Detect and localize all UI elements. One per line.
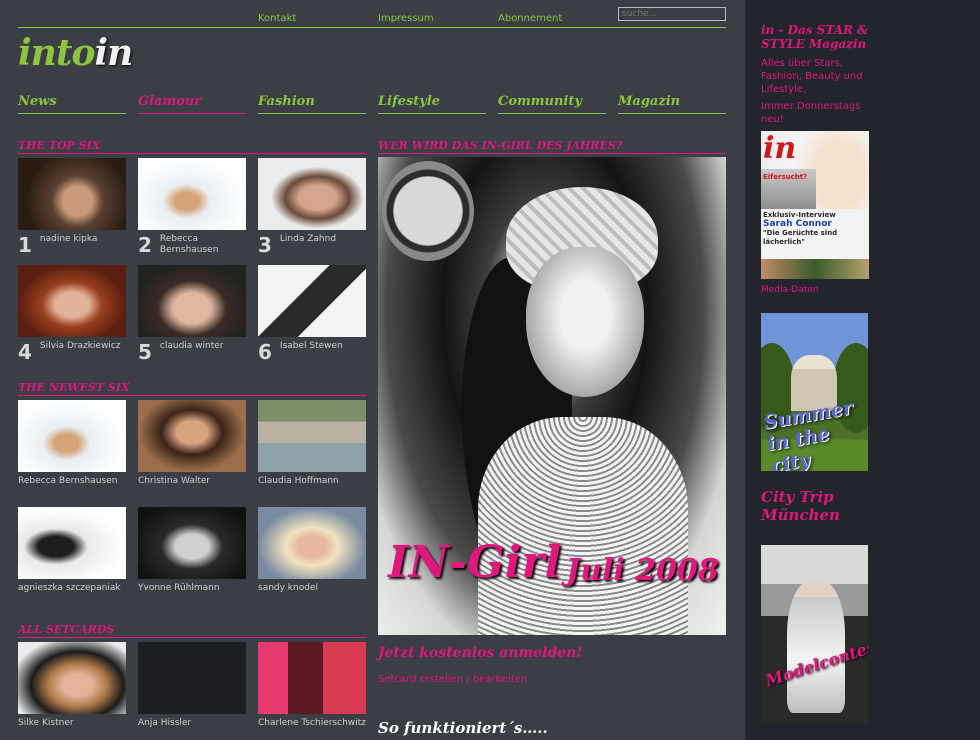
search-input[interactable]	[618, 7, 726, 21]
model-thumbnail[interactable]	[258, 265, 366, 337]
rank-number: 6	[258, 340, 272, 364]
main-nav: News Glamour Fashion Lifestyle Community…	[18, 94, 726, 116]
featured-overlay-title: IN-Girl	[388, 537, 562, 588]
nav-news[interactable]: News	[18, 94, 126, 114]
cover-text-jealousy: Eifersucht?	[763, 173, 808, 181]
cover-band-middle: Exklusiv-Interview Sarah Connor "Die Ger…	[761, 209, 869, 259]
rank-number: 2	[138, 233, 152, 257]
model-thumbnail[interactable]	[258, 158, 366, 230]
logo-part-into: into	[18, 32, 95, 74]
modelcontest-banner[interactable]: Modelcontest	[761, 545, 868, 723]
model-thumbnail[interactable]	[18, 265, 126, 337]
model-name[interactable]: agnieszka szczepaniak	[18, 583, 121, 594]
setcard-item[interactable]: Charlene Tschierschwitz	[258, 642, 366, 729]
subscription-link[interactable]: Abonnement	[498, 13, 562, 24]
model-thumbnail[interactable]	[138, 400, 246, 472]
section-title-newest-six: THE NEWEST SIX	[18, 381, 366, 396]
model-thumbnail[interactable]	[18, 158, 126, 230]
newest-six-item[interactable]: Yvonne Rühlmann	[138, 507, 246, 594]
imprint-link[interactable]: Impressum	[378, 13, 434, 24]
section-title-top-six: THE TOP SIX	[18, 139, 366, 154]
model-name[interactable]: Rebecca Bernshausen	[160, 234, 246, 256]
top-six-item[interactable]: 3 Linda Zahnd	[258, 158, 366, 255]
model-thumbnail[interactable]	[258, 507, 366, 579]
model-thumbnail[interactable]	[18, 507, 126, 579]
newest-six-item[interactable]: Rebecca Bernshausen	[18, 400, 126, 487]
setcard-item[interactable]: Anja Hissler	[138, 642, 246, 729]
model-thumbnail[interactable]	[138, 507, 246, 579]
model-thumbnail[interactable]	[258, 642, 366, 714]
model-name[interactable]: Anja Hissler	[138, 718, 191, 729]
featured-gauge-shape	[382, 161, 474, 261]
magazine-title: in - Das STAR & STYLE Magazin	[761, 23, 868, 51]
summer-in-the-city-banner[interactable]: Summer in the city	[761, 313, 868, 471]
model-name[interactable]: Isabel Stewen	[280, 341, 343, 352]
rank-number: 4	[18, 340, 32, 364]
cover-logo: in	[763, 131, 797, 166]
main-content: Kontakt Impressum Abonnement intoin News…	[0, 0, 745, 740]
cover-band-top: Eifersucht?	[761, 169, 816, 209]
featured-top-shape	[478, 417, 688, 635]
model-thumbnail[interactable]	[138, 265, 246, 337]
magazine-cover-image[interactable]: in Eifersucht? Exklusiv-Interview Sarah …	[761, 131, 869, 279]
newest-six-item[interactable]: Claudia Hoffmann	[258, 400, 366, 487]
model-name[interactable]: Yvonne Rühlmann	[138, 583, 220, 594]
city-trip-heading[interactable]: City Trip München	[761, 488, 881, 524]
newest-six-item[interactable]: Christina Walter	[138, 400, 246, 487]
model-name[interactable]: Claudia Hoffmann	[258, 476, 339, 487]
model-thumbnail[interactable]	[258, 400, 366, 472]
top-six-item[interactable]: 2 Rebecca Bernshausen	[138, 158, 246, 256]
section-title-all-setcards: ALL SETCARDS	[18, 623, 366, 638]
model-thumbnail[interactable]	[18, 642, 126, 714]
model-name[interactable]: nadine kipka	[40, 234, 98, 245]
top-six-item[interactable]: 6 Isabel Stewen	[258, 265, 366, 362]
model-name[interactable]: Christina Walter	[138, 476, 210, 487]
cover-text-quote: "Die Gerüchte sind lächerlich"	[763, 229, 838, 246]
banner-model-figure	[787, 581, 845, 713]
model-name[interactable]: Charlene Tschierschwitz	[258, 718, 366, 729]
site-logo[interactable]: intoin	[18, 32, 134, 74]
featured-face-shape	[526, 247, 644, 397]
model-name[interactable]: Rebecca Bernshausen	[18, 476, 117, 487]
nav-glamour[interactable]: Glamour	[138, 94, 246, 114]
signup-heading[interactable]: Jetzt kostenlos anmelden!	[378, 645, 582, 661]
section-title-featured: WER WIRD DAS IN-GIRL DES JAHRES?	[378, 139, 726, 154]
model-name[interactable]: sandy knodel	[258, 583, 318, 594]
newest-six-item[interactable]: sandy knodel	[258, 507, 366, 594]
cover-text-headline: Sarah Connor	[763, 219, 832, 229]
rank-number: 3	[258, 233, 272, 257]
contact-link[interactable]: Kontakt	[258, 13, 296, 24]
setcard-edit-link[interactable]: Setcard erstellen / bearbeiten	[378, 674, 527, 685]
model-thumbnail[interactable]	[18, 400, 126, 472]
model-name[interactable]: Silke Kistner	[18, 718, 74, 729]
model-name[interactable]: claudia winter	[160, 341, 224, 352]
nav-magazin[interactable]: Magazin	[618, 94, 726, 114]
top-six-item[interactable]: 5 claudia winter	[138, 265, 246, 362]
nav-community[interactable]: Community	[498, 94, 606, 114]
featured-overlay-date: Juli 2008	[566, 553, 719, 588]
model-name[interactable]: Silvia Drazkiewicz	[40, 341, 121, 352]
rank-number: 1	[18, 233, 32, 257]
sidebar: in - Das STAR & STYLE Magazin Alles über…	[745, 0, 980, 740]
nav-fashion[interactable]: Fashion	[258, 94, 366, 114]
model-name[interactable]: Linda Zahnd	[280, 234, 336, 245]
magazine-description: Alles über Stars, Fashion, Beauty und Li…	[761, 58, 863, 95]
newest-six-item[interactable]: agnieszka szczepaniak	[18, 507, 126, 594]
top-six-item[interactable]: 1 nadine kipka	[18, 158, 126, 255]
media-data-link[interactable]: Media-Daten	[761, 285, 819, 295]
magazine-release-day: Immer Donnerstags neu!	[761, 101, 861, 125]
model-thumbnail[interactable]	[138, 642, 246, 714]
nav-lifestyle[interactable]: Lifestyle	[378, 94, 486, 114]
logo-part-in: in	[94, 32, 134, 74]
featured-in-girl-image[interactable]: IN-Girl Juli 2008	[378, 157, 726, 635]
top-six-item[interactable]: 4 Silvia Drazkiewicz	[18, 265, 126, 362]
how-it-works-heading: So funktioniert´s…..	[378, 719, 548, 737]
cover-band-bottom	[761, 259, 869, 279]
setcard-item[interactable]: Silke Kistner	[18, 642, 126, 729]
rank-number: 5	[138, 340, 152, 364]
model-thumbnail[interactable]	[138, 158, 246, 230]
